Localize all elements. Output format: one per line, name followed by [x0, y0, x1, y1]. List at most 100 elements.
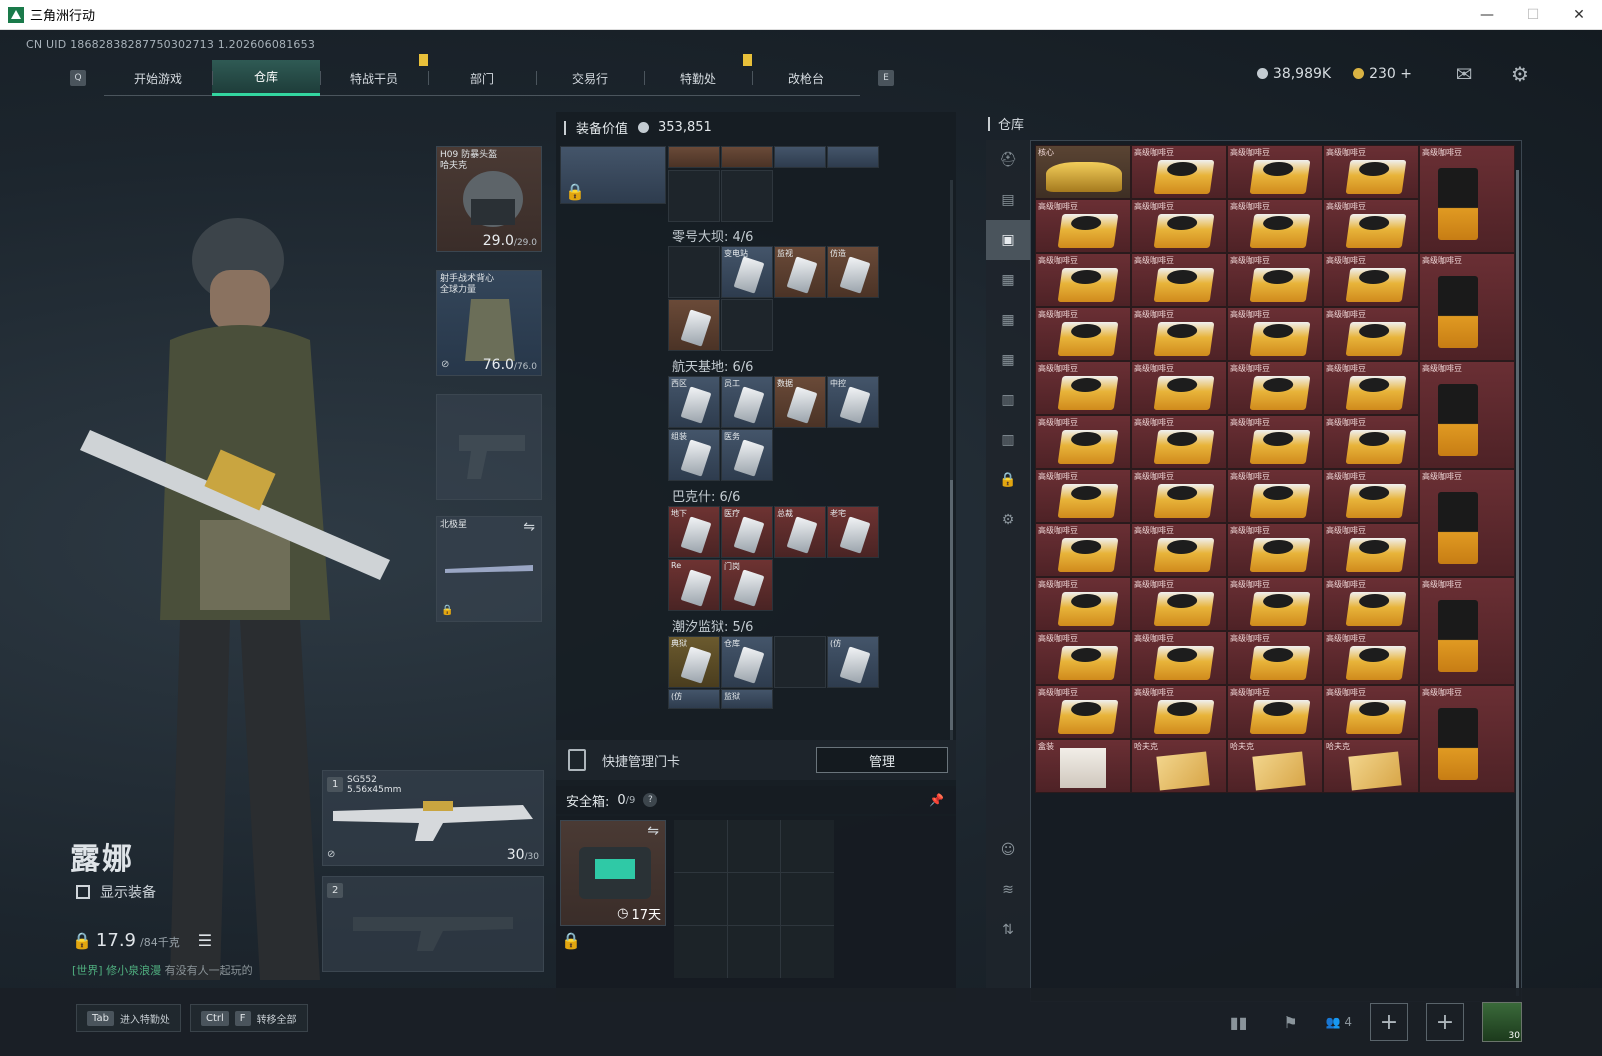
pin-icon[interactable]: 📌	[929, 793, 944, 807]
primary-weapon-slot[interactable]: 1 SG552 5.56x45mm ⊘ 30/30	[322, 770, 544, 866]
stash-item[interactable]: 高级咖啡豆	[1227, 523, 1323, 577]
friends-button[interactable]: 👥 4	[1326, 1015, 1352, 1029]
backpack-item[interactable]: 🔒	[560, 146, 666, 204]
mail-icon[interactable]: ✉	[1452, 62, 1476, 86]
stash-item[interactable]: 高级咖啡豆	[1035, 685, 1131, 739]
character-icon[interactable]: ☺	[986, 830, 1030, 870]
invite-slot-button[interactable]: +	[1426, 1003, 1464, 1041]
stash-item[interactable]: 高级咖啡豆	[1323, 415, 1419, 469]
stash-item[interactable]: 高级咖啡豆	[1323, 361, 1419, 415]
stash-item[interactable]: 高级咖啡豆	[1131, 523, 1227, 577]
stash-item[interactable]: 高级咖啡豆	[1227, 361, 1323, 415]
safe-box-item[interactable]: ⇋ 🔒 ◷ 17天	[560, 820, 666, 950]
keycard-item[interactable]: Re	[668, 559, 720, 611]
stash-item[interactable]: 高级咖啡豆	[1035, 361, 1131, 415]
hotkey-transfer-all[interactable]: Ctrl F 转移全部	[190, 1004, 308, 1032]
empty-cell[interactable]	[668, 170, 720, 222]
gold-currency[interactable]: 230 +	[1353, 66, 1412, 82]
stash-item[interactable]: 高级咖啡豆	[1227, 145, 1323, 199]
stash-item[interactable]: 高级咖啡豆	[1323, 577, 1419, 631]
add-gold-button[interactable]: +	[1400, 66, 1412, 82]
stash-scrollbar[interactable]	[1516, 170, 1519, 996]
keycard-item[interactable]: 监视	[774, 246, 826, 298]
backpack-scroll-thumb[interactable]	[950, 480, 953, 730]
stash-item[interactable]: 高级咖啡豆	[1227, 307, 1323, 361]
list-icon[interactable]: ☰	[198, 931, 212, 950]
avatar[interactable]: 30	[1482, 1002, 1522, 1042]
keycard-item[interactable]: 典狱	[668, 636, 720, 688]
stash-tab-icon[interactable]: ▥	[986, 380, 1030, 420]
stash-item[interactable]: 高级咖啡豆	[1131, 307, 1227, 361]
stash-item[interactable]: 高级咖啡豆	[1419, 577, 1515, 685]
hotkey-special-ops[interactable]: Tab 进入特勤处	[76, 1004, 181, 1032]
stash-item[interactable]: 高级咖啡豆	[1131, 253, 1227, 307]
keycard-item[interactable]: 监狱	[721, 689, 773, 709]
stash-item[interactable]: 高级咖啡豆	[1227, 415, 1323, 469]
help-icon[interactable]: ?	[643, 793, 658, 807]
stash-item[interactable]: 高级咖啡豆	[1323, 199, 1419, 253]
stash-item[interactable]: 高级咖啡豆	[1131, 415, 1227, 469]
swap-icon[interactable]: ⇋	[647, 823, 659, 839]
keycard-item[interactable]	[774, 146, 826, 168]
minimize-button[interactable]: —	[1464, 0, 1510, 30]
empty-cell[interactable]	[727, 820, 781, 872]
empty-cell[interactable]	[727, 926, 781, 978]
stash-item[interactable]: 盒装	[1035, 739, 1131, 793]
world-chat[interactable]: [世界] 修小泉浪漫 有没有人一起玩的	[72, 962, 253, 978]
keycard-item[interactable]: 仓库	[721, 636, 773, 688]
stash-item[interactable]: 高级咖啡豆	[1227, 631, 1323, 685]
stash-item[interactable]: 高级咖啡豆	[1419, 685, 1515, 793]
stash-item[interactable]: 高级咖啡豆	[1419, 361, 1515, 469]
tab-start-game[interactable]: 开始游戏	[104, 60, 212, 96]
pistol-slot[interactable]	[436, 394, 542, 500]
show-equipment-checkbox[interactable]	[76, 885, 90, 899]
gear-icon[interactable]: ⚙	[986, 500, 1030, 540]
keycard-item[interactable]: 仿造	[827, 246, 879, 298]
empty-cell[interactable]	[721, 170, 773, 222]
stash-item[interactable]: 高级咖啡豆	[1035, 631, 1131, 685]
secondary-weapon-slot[interactable]: 2	[322, 876, 544, 972]
empty-cell[interactable]	[781, 873, 834, 925]
stash-item[interactable]: 哈夫克	[1227, 739, 1323, 793]
swap-icon[interactable]: ⇋	[523, 519, 535, 535]
keycard-item[interactable]: 变电站	[721, 246, 773, 298]
stash-item[interactable]: 高级咖啡豆	[1131, 469, 1227, 523]
keycard-item[interactable]: 门岗	[721, 559, 773, 611]
melee-slot[interactable]: 北极星 ⇋ 🔒	[436, 516, 542, 622]
stash-item[interactable]: 核心	[1035, 145, 1131, 199]
stash-item[interactable]: 高级咖啡豆	[1419, 145, 1515, 253]
empty-cell[interactable]	[727, 873, 781, 925]
stash-tab-icon[interactable]: ▦	[986, 340, 1030, 380]
keycard-item[interactable]: 总裁	[774, 506, 826, 558]
empty-cell[interactable]	[774, 636, 826, 688]
empty-cell[interactable]	[674, 820, 727, 872]
stash-item[interactable]: 高级咖啡豆	[1131, 145, 1227, 199]
helmet-slot[interactable]: H09 防暴头盔 哈夫克 29.0/29.0	[436, 146, 542, 252]
layers-icon[interactable]: ≋	[986, 870, 1030, 910]
stash-item[interactable]: 高级咖啡豆	[1035, 253, 1131, 307]
invite-slot-button[interactable]: +	[1370, 1003, 1408, 1041]
stash-item[interactable]: 高级咖啡豆	[1419, 469, 1515, 577]
show-equipment-toggle[interactable]: 显示装备	[76, 882, 156, 902]
empty-cell[interactable]	[721, 299, 773, 351]
stash-tab-icon[interactable]: ▦	[986, 260, 1030, 300]
keycard-item[interactable]: 医务	[721, 429, 773, 481]
stash-item[interactable]: 高级咖啡豆	[1227, 199, 1323, 253]
keycard-item[interactable]: 老宅	[827, 506, 879, 558]
stash-tab-icon[interactable]: ▥	[986, 420, 1030, 460]
stash-tab-icon[interactable]: ▦	[986, 300, 1030, 340]
stash-item[interactable]: 高级咖啡豆	[1035, 577, 1131, 631]
tab-department[interactable]: 部门	[428, 60, 536, 96]
stash-item[interactable]: 高级咖啡豆	[1035, 199, 1131, 253]
stash-item[interactable]: 高级咖啡豆	[1035, 469, 1131, 523]
keycard-item[interactable]: 地下	[668, 506, 720, 558]
stash-item[interactable]: 哈夫克	[1323, 739, 1419, 793]
stats-icon[interactable]: ▮▮	[1222, 1005, 1256, 1039]
stash-item[interactable]: 高级咖啡豆	[1323, 469, 1419, 523]
gear-icon[interactable]: ⚙	[1508, 62, 1532, 86]
tab-market[interactable]: 交易行	[536, 60, 644, 96]
stash-item[interactable]: 高级咖啡豆	[1227, 685, 1323, 739]
keycard-item[interactable]: 组装	[668, 429, 720, 481]
keycard-item[interactable]	[721, 146, 773, 168]
tab-operators[interactable]: 特战干员	[320, 54, 428, 96]
